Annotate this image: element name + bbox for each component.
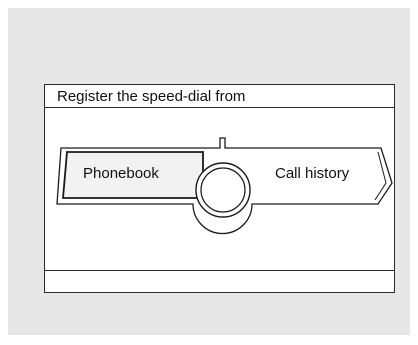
phonebook-option[interactable] bbox=[57, 148, 205, 203]
bottom-bar bbox=[45, 270, 394, 292]
selector-knob[interactable] bbox=[201, 158, 253, 210]
background-panel: Register the speed-dial from Phonebook C… bbox=[8, 8, 410, 335]
speed-dial-screen: Register the speed-dial from Phonebook C… bbox=[44, 84, 395, 293]
call-history-option[interactable] bbox=[250, 148, 380, 203]
